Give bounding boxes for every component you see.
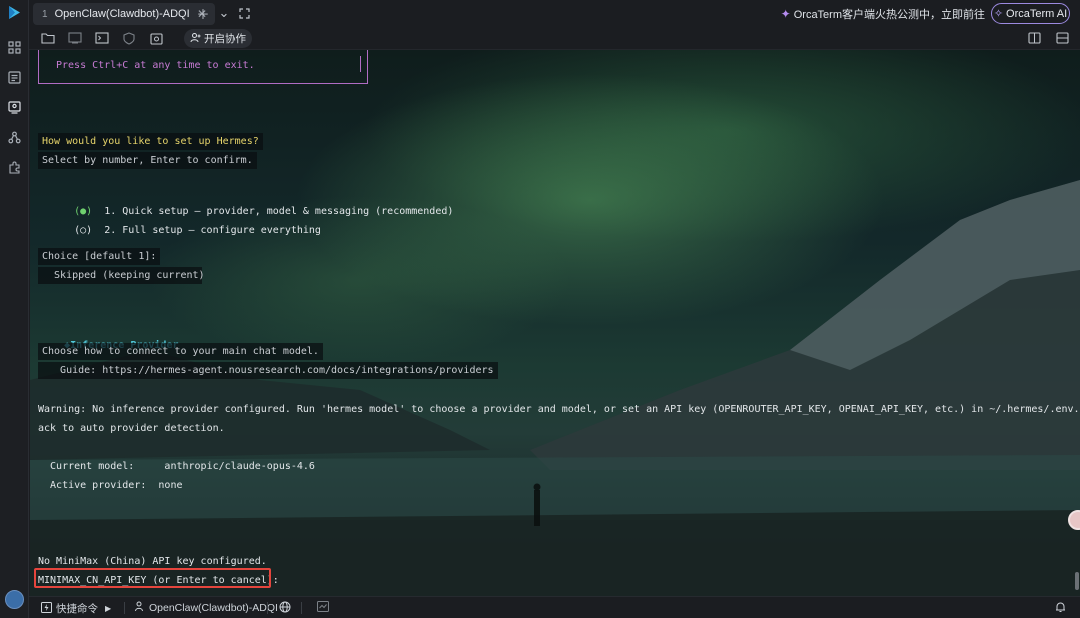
setup-question: How would you like to set up Hermes? (38, 133, 263, 150)
connect-hint: Choose how to connect to your main chat … (38, 343, 323, 360)
promo-link[interactable]: ✦ OrcaTerm客户端火热公测中，立即前往 (781, 6, 985, 22)
globe-icon[interactable] (279, 601, 291, 613)
highlight-box (34, 568, 271, 588)
user-avatar[interactable] (5, 590, 24, 609)
sftp-folder-icon[interactable] (41, 31, 55, 45)
cluster-icon[interactable] (7, 130, 22, 145)
no-key-message: No MiniMax (China) API key configured. (38, 556, 267, 567)
apps-grid-icon[interactable] (7, 40, 22, 55)
option-full-setup[interactable]: (○) 2. Full setup — configure everything (50, 211, 321, 250)
ctrl-c-hint: Press Ctrl+C at any time to exit. (56, 60, 255, 71)
shield-icon[interactable] (122, 31, 136, 45)
terminal-panel[interactable]: Press Ctrl+C at any time to exit. How wo… (30, 50, 1080, 596)
choice-prompt: Choice [default 1]: (38, 248, 161, 265)
collab-label: 开启协作 (204, 33, 246, 45)
current-model: Current model: anthropic/claude-opus-4.6 (38, 461, 315, 472)
banner-box-divider (360, 56, 361, 72)
session-label: OpenClaw(Clawdbot)-ADQI (149, 602, 278, 614)
plus-icon[interactable]: ＋ (195, 5, 211, 22)
radio-unselected-icon: (○) (74, 225, 93, 236)
split-horizontal-icon[interactable] (1055, 31, 1069, 45)
skipped-note: Skipped (keeping current) (38, 267, 205, 284)
left-rail (0, 0, 29, 618)
divider (267, 602, 268, 614)
collaboration-button[interactable]: 开启协作 (184, 29, 252, 48)
shortcuts-label: 快捷命令 (56, 603, 98, 615)
bell-icon[interactable] (1055, 601, 1066, 613)
ai-button-label: OrcaTerm AI (1006, 7, 1068, 20)
caret-right-icon: ▶ (105, 604, 112, 613)
chart-icon[interactable] (317, 601, 329, 612)
status-bar: 快捷命令 ▶ OpenClaw(Clawdbot)-ADQI (29, 596, 1080, 618)
scrollbar[interactable] (1075, 572, 1079, 590)
toolbar: 开启协作 (29, 27, 1080, 50)
sparkle-icon: ✦ (780, 7, 791, 21)
split-vertical-icon[interactable] (1027, 31, 1041, 45)
file-list-icon[interactable] (7, 70, 22, 85)
tab-index: 1 (42, 8, 48, 20)
select-hint: Select by number, Enter to confirm. (38, 152, 257, 169)
orcaterm-ai-button[interactable]: ✧ OrcaTerm AI (991, 3, 1070, 24)
warning-line-1: Warning: No inference provider configure… (38, 404, 1080, 415)
app-logo-icon[interactable] (6, 4, 23, 21)
divider (301, 602, 302, 614)
session-icon (135, 601, 145, 615)
settings-icon[interactable] (149, 31, 163, 45)
tab-bar: 1 OpenClaw(Clawdbot)-ADQI ✕ ＋ ⌄ ✦ OrcaTe… (29, 0, 1080, 27)
ai-sparkle-icon: ✧ (993, 8, 1004, 20)
screen-icon[interactable] (68, 31, 82, 45)
active-provider: Active provider: none (38, 480, 183, 491)
monitor-icon[interactable] (7, 100, 22, 115)
shortcuts-button[interactable]: 快捷命令 ▶ (41, 601, 111, 616)
warning-line-2: ack to auto provider detection. (38, 423, 225, 434)
guide-link[interactable]: Guide: https://hermes-agent.nousresearch… (38, 362, 498, 379)
lightning-icon (41, 601, 52, 616)
session-indicator[interactable]: OpenClaw(Clawdbot)-ADQI (135, 601, 278, 615)
tab-title: OpenClaw(Clawdbot)-ADQI (54, 8, 190, 20)
promo-text: OrcaTerm客户端火热公测中，立即前往 (793, 9, 985, 21)
chevron-down-icon[interactable]: ⌄ (216, 5, 232, 21)
option-full-text: 2. Full setup — configure everything (104, 225, 321, 236)
aurora-background (30, 180, 1080, 596)
plugin-icon[interactable] (7, 160, 22, 175)
divider (124, 602, 125, 614)
user-plus-icon (190, 32, 201, 46)
expand-icon[interactable] (236, 5, 252, 21)
terminal-icon[interactable] (95, 31, 109, 45)
tab-session[interactable]: 1 OpenClaw(Clawdbot)-ADQI ✕ (33, 3, 215, 25)
